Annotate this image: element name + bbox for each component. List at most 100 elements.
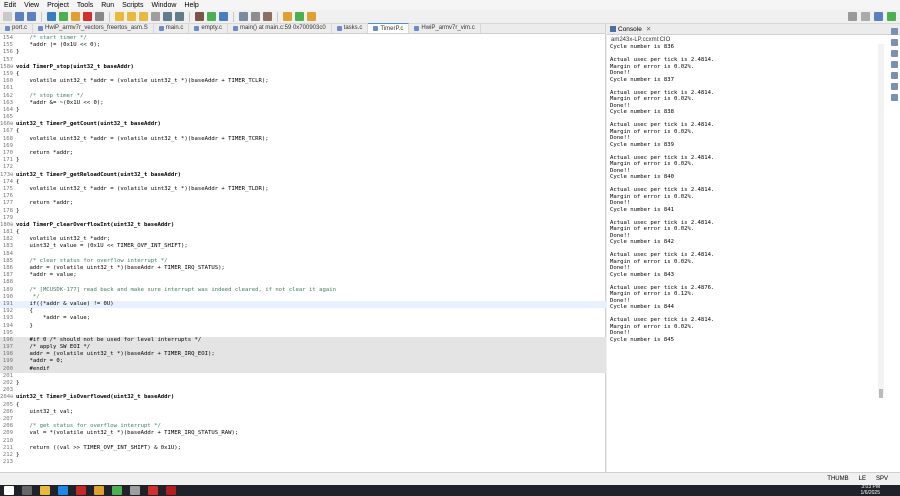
close-icon[interactable]: ✕ <box>646 25 651 33</box>
outline-icon[interactable] <box>890 28 898 35</box>
line-number[interactable]: 199 <box>0 358 16 365</box>
registers-icon[interactable] <box>890 61 898 68</box>
line-number[interactable]: 163 <box>0 100 16 107</box>
menu-project[interactable]: Project <box>47 2 69 9</box>
line-number[interactable]: 183 <box>0 243 16 250</box>
code-line[interactable]: 179 <box>0 215 606 222</box>
code-line[interactable]: 176 <box>0 193 606 200</box>
line-number[interactable]: 206 <box>0 409 16 416</box>
restart-icon[interactable] <box>175 12 184 21</box>
code-line[interactable]: 177 return *addr; <box>0 200 606 207</box>
code-line[interactable]: 159{ <box>0 71 606 78</box>
code-line[interactable]: 172 <box>0 164 606 171</box>
code-line[interactable]: 173⊖ uint32_t TimerP_getReloadCount(uint3… <box>0 172 606 179</box>
line-number[interactable]: 178 <box>0 208 16 215</box>
code-line[interactable]: 164} <box>0 107 606 114</box>
line-number[interactable]: 161 <box>0 85 16 92</box>
search-icon[interactable] <box>251 12 260 21</box>
line-number[interactable]: 185 <box>0 258 16 265</box>
app-icon[interactable] <box>94 486 104 495</box>
line-number[interactable]: 210 <box>0 438 16 445</box>
line-number[interactable]: 190 <box>0 294 16 301</box>
line-number[interactable]: 192 <box>0 308 16 315</box>
editor-tab[interactable]: port.c <box>0 23 34 33</box>
edit-perspective-icon[interactable] <box>874 12 883 21</box>
line-number[interactable]: 160 <box>0 78 16 85</box>
app2-icon[interactable] <box>148 486 158 495</box>
line-number[interactable]: 195 <box>0 330 16 337</box>
save-icon[interactable] <box>15 12 24 21</box>
line-number[interactable]: 186 <box>0 265 16 272</box>
code-line[interactable]: 155 *addr |= (0x1U << 0); <box>0 42 606 49</box>
line-number[interactable]: 203 <box>0 387 16 394</box>
step-return-icon[interactable] <box>139 12 148 21</box>
expressions-icon[interactable] <box>890 83 898 90</box>
line-number[interactable]: 211 <box>0 445 16 452</box>
line-number[interactable]: 204⊖ <box>0 394 16 401</box>
line-number[interactable]: 182 <box>0 236 16 243</box>
line-number[interactable]: 165 <box>0 114 16 121</box>
line-number[interactable]: 164 <box>0 107 16 114</box>
menu-window[interactable]: Window <box>152 2 177 9</box>
menu-run[interactable]: Run <box>101 2 114 9</box>
code-line[interactable]: 205{ <box>0 402 606 409</box>
debug-perspective-icon[interactable] <box>887 12 896 21</box>
back-icon[interactable] <box>283 12 292 21</box>
menu-help[interactable]: Help <box>184 2 198 9</box>
line-number[interactable]: 179 <box>0 215 16 222</box>
disassembly-icon[interactable] <box>890 94 898 101</box>
menu-scripts[interactable]: Scripts <box>122 2 143 9</box>
code-line[interactable]: 191 if((*addr & value) != 0U) <box>0 300 606 309</box>
line-number[interactable]: 209 <box>0 430 16 437</box>
code-line[interactable]: 200 #endif <box>0 365 606 373</box>
code-line[interactable]: 211 return ((val >> TIMER_OVF_INT_SHIFT)… <box>0 445 606 452</box>
run-icon[interactable] <box>207 12 216 21</box>
code-line[interactable]: 154 /* start timer */ <box>0 35 606 42</box>
code-line[interactable]: 189 /* [MCUSDK-177] read back and make s… <box>0 287 606 294</box>
line-number[interactable]: 159 <box>0 71 16 78</box>
code-line[interactable]: 202} <box>0 380 606 387</box>
new-file-icon[interactable] <box>3 12 12 21</box>
line-number[interactable]: 170 <box>0 150 16 157</box>
line-number[interactable]: 158⊖ <box>0 64 16 71</box>
editor-tab[interactable]: tasks.c <box>332 23 369 33</box>
line-number[interactable]: 167 <box>0 128 16 135</box>
console-output[interactable]: Cycle number is 836 Actual usec per tick… <box>610 44 880 343</box>
line-number[interactable]: 157 <box>0 57 16 64</box>
calculator-icon[interactable] <box>130 486 140 495</box>
menu-edit[interactable]: Edit <box>4 2 16 9</box>
pin-icon[interactable] <box>307 12 316 21</box>
settings-icon[interactable] <box>239 12 248 21</box>
code-line[interactable]: 183 uint32_t value = (0x1U << TIMER_OVF_… <box>0 243 606 250</box>
editor-tab[interactable]: HwiP_armv7r_vectors_freertos_asm.S <box>33 23 154 33</box>
code-line[interactable]: 199 *addr = 0; <box>0 358 606 366</box>
code-line[interactable]: 192 { <box>0 308 606 315</box>
forward-icon[interactable] <box>295 12 304 21</box>
tools-icon[interactable] <box>263 12 272 21</box>
line-number[interactable]: 205 <box>0 402 16 409</box>
step-into-icon[interactable] <box>115 12 124 21</box>
line-number[interactable]: 175 <box>0 186 16 193</box>
line-number[interactable]: 181 <box>0 229 16 236</box>
code-line[interactable]: 167{ <box>0 128 606 135</box>
code-line[interactable]: 197 /* apply SW EOI */ <box>0 344 606 352</box>
ccs-icon[interactable] <box>76 486 86 495</box>
line-number[interactable]: 180⊖ <box>0 222 16 229</box>
code-line[interactable]: 175 volatile uint32_t *addr = (volatile … <box>0 186 606 193</box>
code-line[interactable]: 188 <box>0 279 606 286</box>
code-line[interactable]: 190 */ <box>0 294 606 301</box>
code-line[interactable]: 206 uint32_t val; <box>0 409 606 416</box>
code-line[interactable]: 194 } <box>0 323 606 330</box>
code-line[interactable]: 187 *addr = value; <box>0 272 606 279</box>
line-number[interactable]: 162 <box>0 93 16 100</box>
editor-tab[interactable]: main.c <box>154 23 190 33</box>
code-line[interactable]: 165 <box>0 114 606 121</box>
bug-icon[interactable] <box>219 12 228 21</box>
line-number[interactable]: 208 <box>0 423 16 430</box>
line-number[interactable]: 189 <box>0 287 16 294</box>
step-over-icon[interactable] <box>127 12 136 21</box>
editor-tab[interactable]: TimerP.c <box>368 23 410 33</box>
scrollbar-thumb[interactable] <box>879 389 883 398</box>
code-editor[interactable]: 154 /* start timer */155 *addr |= (0x1U … <box>0 35 606 472</box>
code-line[interactable]: 212} <box>0 452 606 459</box>
